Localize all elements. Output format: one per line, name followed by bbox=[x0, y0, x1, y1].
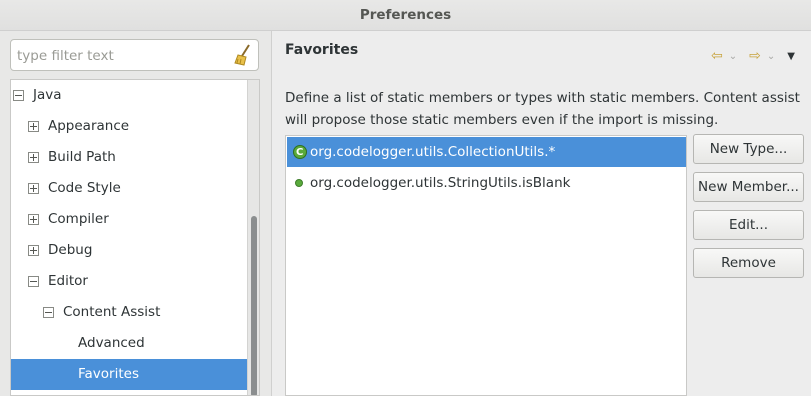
list-item[interactable]: org.codelogger.utils.CollectionUtils.* bbox=[287, 137, 686, 168]
tree-item-label: Favorites bbox=[78, 366, 139, 382]
tree-item-build-path[interactable]: Build Path bbox=[11, 142, 249, 173]
forward-arrow-icon[interactable]: ⇨ bbox=[749, 48, 761, 64]
new-member-button[interactable]: New Member... bbox=[693, 172, 804, 202]
expand-icon[interactable] bbox=[28, 183, 39, 194]
tree-item-label: Editor bbox=[48, 273, 88, 289]
tree-item-label: Java bbox=[33, 87, 62, 103]
tree-item-advanced[interactable]: Advanced bbox=[11, 328, 249, 359]
expand-icon[interactable] bbox=[28, 152, 39, 163]
page-description: Define a list of static members or types… bbox=[285, 90, 800, 128]
tree-scrollbar[interactable] bbox=[247, 80, 259, 395]
class-icon bbox=[293, 138, 307, 168]
expand-icon[interactable] bbox=[28, 214, 39, 225]
scrollbar-thumb[interactable] bbox=[251, 216, 257, 395]
back-arrow-icon[interactable]: ⇦ bbox=[711, 48, 723, 64]
tree-item-java[interactable]: Java bbox=[11, 80, 249, 111]
new-type-button[interactable]: New Type... bbox=[693, 134, 804, 164]
list-item-label: org.codelogger.utils.StringUtils.isBlank bbox=[310, 175, 571, 191]
tree-item-content-assist[interactable]: Content Assist bbox=[11, 297, 249, 328]
tree-item-label: Advanced bbox=[78, 335, 145, 351]
tree-item-appearance[interactable]: Appearance bbox=[11, 111, 249, 142]
tree-item-compiler[interactable]: Compiler bbox=[11, 204, 249, 235]
page-title: Favorites bbox=[285, 42, 359, 58]
chevron-down-icon[interactable]: ⌄ bbox=[729, 51, 737, 62]
edit-button[interactable]: Edit... bbox=[693, 210, 804, 240]
filter-box[interactable] bbox=[10, 39, 259, 71]
window-title: Preferences bbox=[0, 0, 811, 31]
expand-icon[interactable] bbox=[28, 245, 39, 256]
list-item-label: org.codelogger.utils.CollectionUtils.* bbox=[310, 144, 556, 160]
tree-item-label: Appearance bbox=[48, 118, 130, 134]
tree-item-label: Compiler bbox=[48, 211, 109, 227]
chevron-down-icon[interactable]: ⌄ bbox=[767, 51, 775, 62]
page-navigation: ⇦ ⌄ ⇨ ⌄ ▼ bbox=[711, 47, 795, 65]
static-method-icon bbox=[295, 179, 303, 187]
collapse-icon[interactable] bbox=[43, 307, 54, 318]
tree-item-editor[interactable]: Editor bbox=[11, 266, 249, 297]
tree-item-label: Content Assist bbox=[63, 304, 161, 320]
remove-button[interactable]: Remove bbox=[693, 248, 804, 278]
tree-item-code-style[interactable]: Code Style bbox=[11, 173, 249, 204]
tree-item-label: Build Path bbox=[48, 149, 116, 165]
favorites-list[interactable]: org.codelogger.utils.CollectionUtils.* o… bbox=[285, 135, 687, 396]
tree-item-favorites[interactable]: Favorites bbox=[11, 359, 249, 390]
tree-item-debug[interactable]: Debug bbox=[11, 235, 249, 266]
list-item[interactable]: org.codelogger.utils.StringUtils.isBlank bbox=[287, 168, 686, 198]
collapse-icon[interactable] bbox=[28, 276, 39, 287]
left-panel: Java Appearance Build Path Code Style Co… bbox=[0, 31, 271, 396]
preferences-tree[interactable]: Java Appearance Build Path Code Style Co… bbox=[10, 79, 260, 396]
clear-filter-icon[interactable] bbox=[232, 43, 254, 67]
tree-item-label: Debug bbox=[48, 242, 93, 258]
content-panel: Favorites ⇦ ⌄ ⇨ ⌄ ▼ Define a list of sta… bbox=[271, 31, 811, 396]
tree-item-label: Code Style bbox=[48, 180, 121, 196]
expand-icon[interactable] bbox=[28, 121, 39, 132]
collapse-icon[interactable] bbox=[13, 90, 24, 101]
view-menu-icon[interactable]: ▼ bbox=[787, 51, 795, 62]
filter-input[interactable] bbox=[17, 46, 217, 66]
